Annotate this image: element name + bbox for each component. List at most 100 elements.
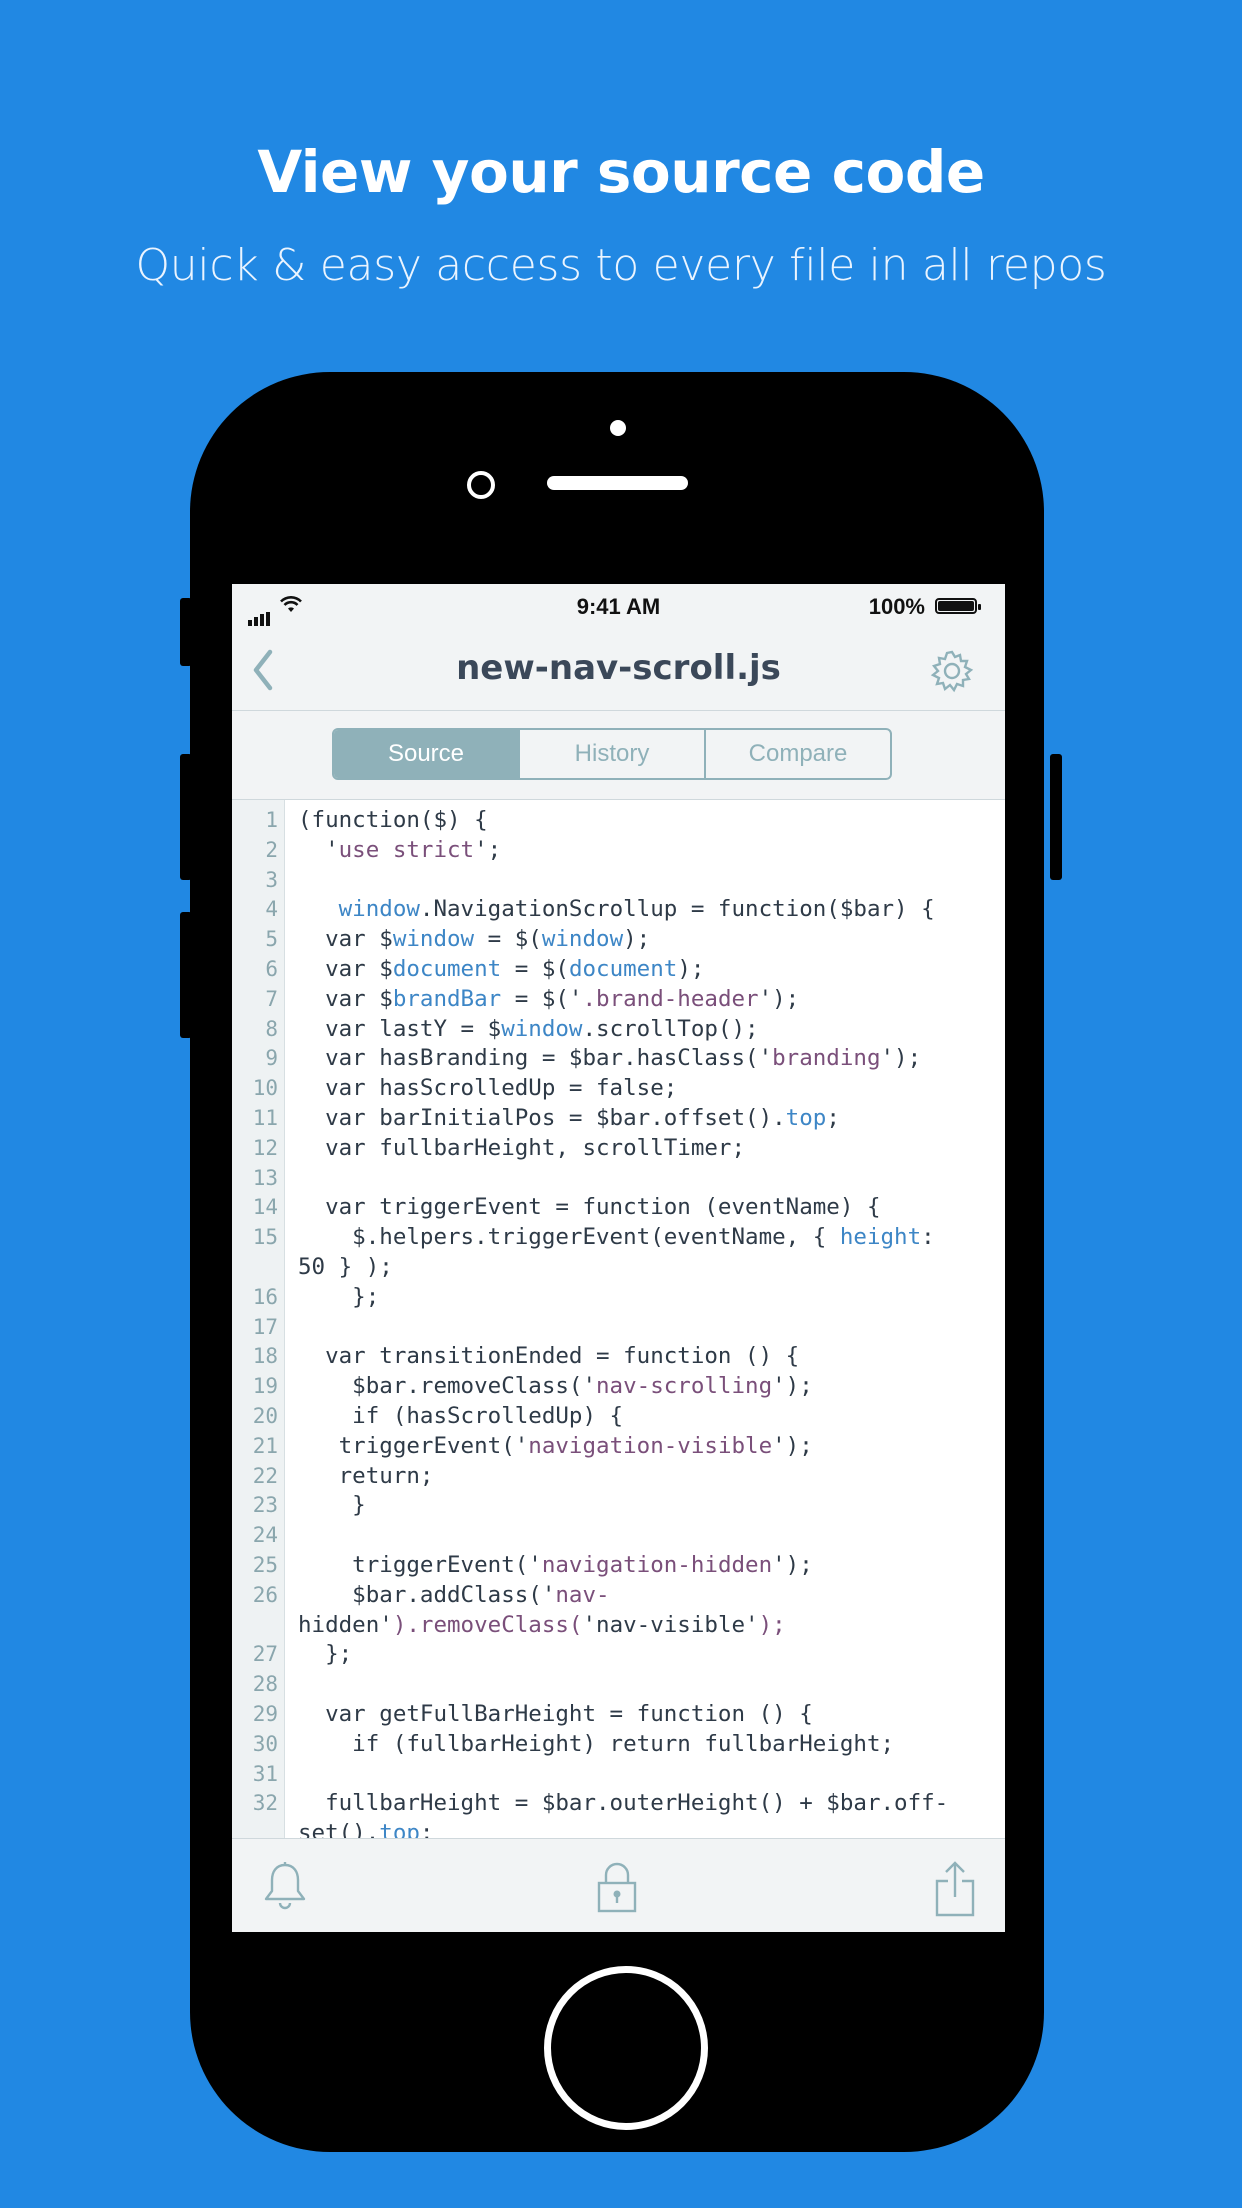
code-text: var triggerEvent = function (eventName) … — [298, 1194, 881, 1221]
code-line: 29 var getFullBarHeight = function () { — [232, 1700, 1005, 1730]
line-number: 1 — [265, 808, 278, 832]
line-number: 25 — [252, 1552, 278, 1577]
code-line: 11 var barInitialPos = $bar.offset().top… — [232, 1104, 1005, 1134]
front-camera — [467, 471, 495, 499]
earpiece-speaker — [547, 476, 688, 490]
code-line: 5 var $window = $(window); — [232, 925, 1005, 955]
code-line: 6 var $document = $(document); — [232, 955, 1005, 985]
line-number: 7 — [265, 986, 278, 1011]
line-number: 27 — [252, 1642, 278, 1667]
line-number: 21 — [252, 1433, 278, 1458]
line-number: 30 — [252, 1731, 278, 1756]
code-line: 8 var lastY = $window.scrollTop(); — [232, 1015, 1005, 1045]
proximity-sensor — [610, 420, 626, 436]
share-icon[interactable] — [932, 1861, 978, 1922]
code-text: var getFullBarHeight = function () { — [298, 1700, 813, 1727]
code-text: }; — [298, 1283, 380, 1310]
segment-compare[interactable]: Compare — [704, 730, 890, 778]
volume-up-button — [180, 754, 192, 880]
code-text: var hasScrolledUp = false; — [298, 1075, 678, 1102]
code-line: 13 — [232, 1164, 1005, 1194]
code-text: if (hasScrolledUp) { — [298, 1402, 624, 1429]
code-line: 18 var transitionEnded = function () { — [232, 1342, 1005, 1372]
code-line: 27 }; — [232, 1640, 1005, 1670]
code-text: window.NavigationScrollup = function($ba… — [338, 896, 935, 923]
line-number: 16 — [252, 1284, 278, 1309]
code-text: triggerEvent('navigation-hidden'); — [298, 1551, 813, 1578]
file-title: new-nav-scroll.js — [456, 648, 781, 688]
code-text: var lastY = $window.scrollTop(); — [298, 1015, 759, 1042]
navigation-bar: new-nav-scroll.js — [232, 628, 1005, 711]
code-line: 4 window.NavigationScrollup = function($… — [232, 895, 1005, 925]
code-line: 14 var triggerEvent = function (eventNam… — [232, 1193, 1005, 1223]
bottom-toolbar — [232, 1838, 1005, 1932]
code-text: } — [298, 1492, 366, 1519]
line-number: 19 — [252, 1374, 278, 1399]
code-line: 7 var $brandBar = $('.brand-header'); — [232, 985, 1005, 1015]
code-viewer[interactable]: 1 (function($) { 2 'use strict'; 3 4 window.… — [232, 800, 1005, 1854]
code-line: 21 triggerEvent('navigation-visible'); — [232, 1432, 1005, 1462]
line-number: 5 — [265, 927, 278, 952]
promo-subheadline: Quick & easy access to every file in all… — [135, 240, 1107, 291]
code-line: 22 return; — [232, 1462, 1005, 1492]
line-number: 10 — [252, 1076, 278, 1101]
line-number: 29 — [252, 1701, 278, 1726]
code-text: $.helpers.triggerEvent(eventName, { heig… — [298, 1224, 935, 1280]
line-number: 14 — [252, 1195, 278, 1220]
code-text: triggerEvent('navigation-visible'); — [298, 1432, 813, 1459]
line-number: 24 — [252, 1523, 278, 1548]
bell-icon[interactable] — [260, 1861, 310, 1918]
code-line: 28 — [232, 1670, 1005, 1700]
code-text: var $brandBar = $('.brand-header'); — [298, 985, 800, 1012]
code-line: 30 if (fullbarHeight) return fullbarHeig… — [232, 1730, 1005, 1760]
line-number: 12 — [252, 1135, 278, 1160]
code-text: var $document = $(document); — [298, 955, 705, 982]
line-number: 22 — [252, 1463, 278, 1488]
line-number: 4 — [265, 897, 278, 922]
segment-bar: Source History Compare — [232, 711, 1005, 800]
segment-history[interactable]: History — [518, 730, 704, 778]
code-line: 19 $bar.removeClass('nav-scrolling'); — [232, 1372, 1005, 1402]
volume-down-button — [180, 912, 192, 1038]
code-line: 10 var hasScrolledUp = false; — [232, 1074, 1005, 1104]
lock-icon[interactable] — [594, 1861, 640, 1918]
app-screen: 9:41 AM 100% new-nav-scroll.js Source Hi… — [232, 584, 1005, 1932]
code-text: $bar.addClass('nav- hidden').removeClass… — [298, 1581, 786, 1638]
code-text: var transitionEnded = function () { — [298, 1343, 800, 1370]
code-line: 12 var fullbarHeight, scrollTimer; — [232, 1134, 1005, 1164]
promo-headline: View your source code — [257, 138, 985, 206]
code-text: var fullbarHeight, scrollTimer; — [298, 1134, 746, 1161]
home-button[interactable] — [544, 1966, 708, 2130]
line-number: 18 — [252, 1344, 278, 1369]
power-button — [1050, 754, 1062, 880]
line-number: 31 — [252, 1761, 278, 1786]
line-number: 28 — [252, 1672, 278, 1697]
segment-source[interactable]: Source — [334, 730, 518, 778]
code-text: $bar.removeClass('nav-scrolling'); — [298, 1373, 813, 1400]
line-number: 2 — [265, 837, 278, 862]
battery-percent: 100% — [868, 594, 925, 619]
line-number: 6 — [265, 956, 278, 981]
line-number: 9 — [265, 1046, 278, 1071]
code-line: 17 — [232, 1313, 1005, 1343]
code-line: 26 $bar.addClass('nav- hidden').removeCl… — [232, 1581, 1005, 1641]
code-line: 23 } — [232, 1491, 1005, 1521]
code-line: 9 var hasBranding = $bar.hasClass('brand… — [232, 1044, 1005, 1074]
code-text: 'use strict'; — [298, 836, 502, 863]
code-text: (function($) { — [298, 807, 488, 833]
code-line: 1 (function($) { — [232, 806, 1005, 836]
line-number: 23 — [252, 1493, 278, 1518]
code-text: var $window = $(window); — [298, 926, 651, 953]
code-text: var barInitialPos = $bar.offset().top; — [298, 1104, 840, 1131]
status-bar: 9:41 AM 100% — [232, 584, 1005, 628]
view-segmented-control: Source History Compare — [332, 728, 892, 780]
code-line: 15 $.helpers.triggerEvent(eventName, { h… — [232, 1223, 1005, 1283]
battery-icon — [935, 598, 981, 614]
code-line: 3 — [232, 866, 1005, 896]
code-text: }; — [298, 1641, 353, 1668]
gear-icon[interactable] — [929, 648, 975, 694]
code-text: var hasBranding = $bar.hasClass('brandin… — [298, 1045, 922, 1072]
line-number: 20 — [252, 1403, 278, 1428]
mute-switch — [180, 598, 192, 666]
code-lines: 1 (function($) { 2 'use strict'; 3 4 window.… — [232, 800, 1005, 1849]
